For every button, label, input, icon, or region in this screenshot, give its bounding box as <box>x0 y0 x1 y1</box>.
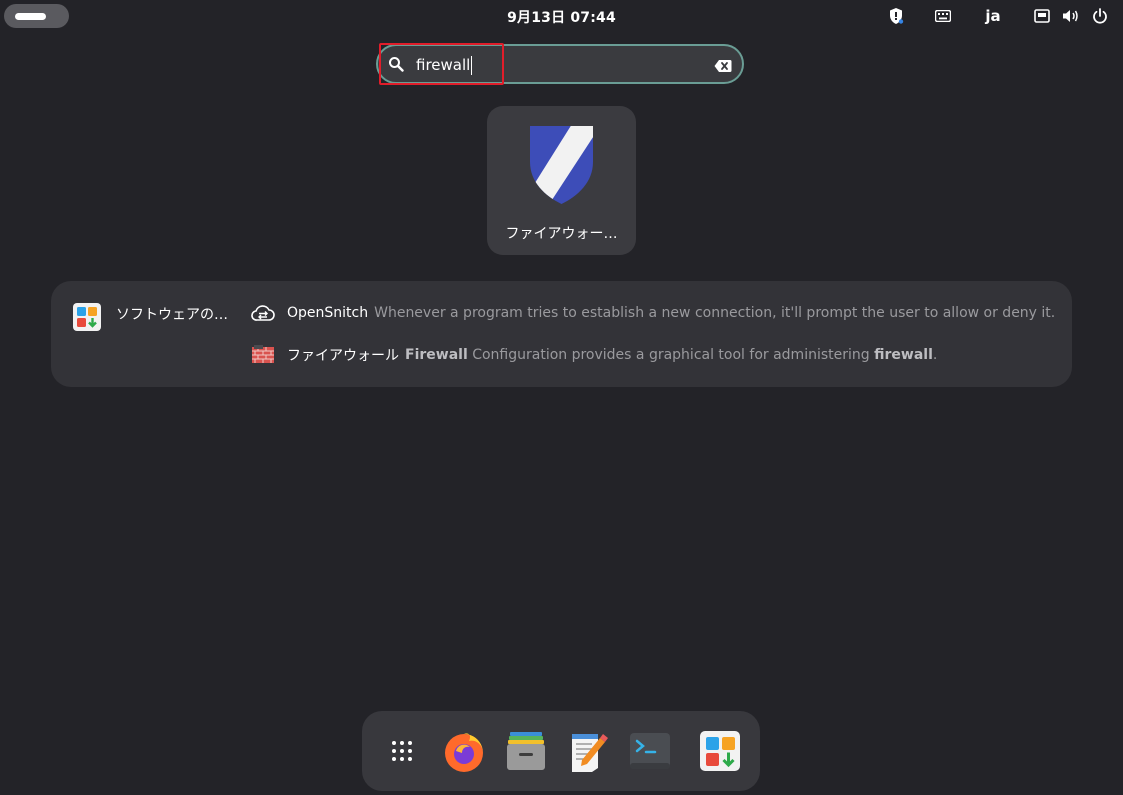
result-name: OpenSnitch <box>287 305 369 321</box>
result-description: Whenever a program tries to establish a … <box>374 305 1056 321</box>
app-tile-firewall[interactable]: ファイアウォー… <box>487 106 636 255</box>
files-icon[interactable] <box>503 728 549 774</box>
network-wired-icon[interactable] <box>1033 6 1051 26</box>
app-tile-label: ファイアウォー… <box>505 226 618 242</box>
firefox-icon[interactable] <box>441 728 487 774</box>
search-results-panel: ソフトウェアの… OpenSnitch Whenever a program t… <box>51 281 1072 387</box>
top-bar: 9月13日 07:44 ja <box>0 0 1123 32</box>
language-label: ja <box>985 7 1001 25</box>
volume-icon[interactable] <box>1061 6 1081 26</box>
dock <box>362 711 760 791</box>
desc-bold-firewall: Firewall <box>405 347 468 363</box>
activities-indicator <box>15 13 46 20</box>
power-icon[interactable] <box>1090 6 1110 26</box>
desc-bold-keyword: firewall <box>874 347 933 363</box>
result-name: ファイアウォール <box>287 348 399 364</box>
desc-period: . <box>932 347 938 363</box>
clock-label[interactable]: 9月13日 07:44 <box>507 10 616 26</box>
firewall-brick-icon <box>251 343 275 367</box>
result-item-opensnitch[interactable]: OpenSnitch Whenever a program tries to e… <box>251 301 1055 325</box>
clock: 9月13日 07:44 <box>0 7 1123 27</box>
input-language-indicator[interactable]: ja <box>982 6 1004 26</box>
software-app-icon[interactable] <box>73 303 101 331</box>
result-item-firewall[interactable]: ファイアウォール Firewall Configuration provides… <box>251 343 937 367</box>
opensnitch-icon <box>251 301 275 325</box>
result-description: Firewall Configuration provides a graphi… <box>405 347 937 363</box>
desc-text: Configuration provides a graphical tool … <box>467 347 875 363</box>
activities-button[interactable] <box>4 4 69 28</box>
keyboard-icon[interactable] <box>933 6 953 26</box>
terminal-icon[interactable] <box>627 728 673 774</box>
clear-search-icon[interactable] <box>714 58 732 77</box>
annotation-highlight-box <box>379 43 504 85</box>
results-provider-label[interactable]: ソフトウェアの… <box>116 304 228 324</box>
security-shield-icon[interactable] <box>886 6 906 26</box>
app-grid-icon[interactable] <box>379 728 425 774</box>
firewall-shield-icon <box>528 124 595 210</box>
software-icon[interactable] <box>697 728 743 774</box>
text-editor-icon[interactable] <box>565 728 611 774</box>
